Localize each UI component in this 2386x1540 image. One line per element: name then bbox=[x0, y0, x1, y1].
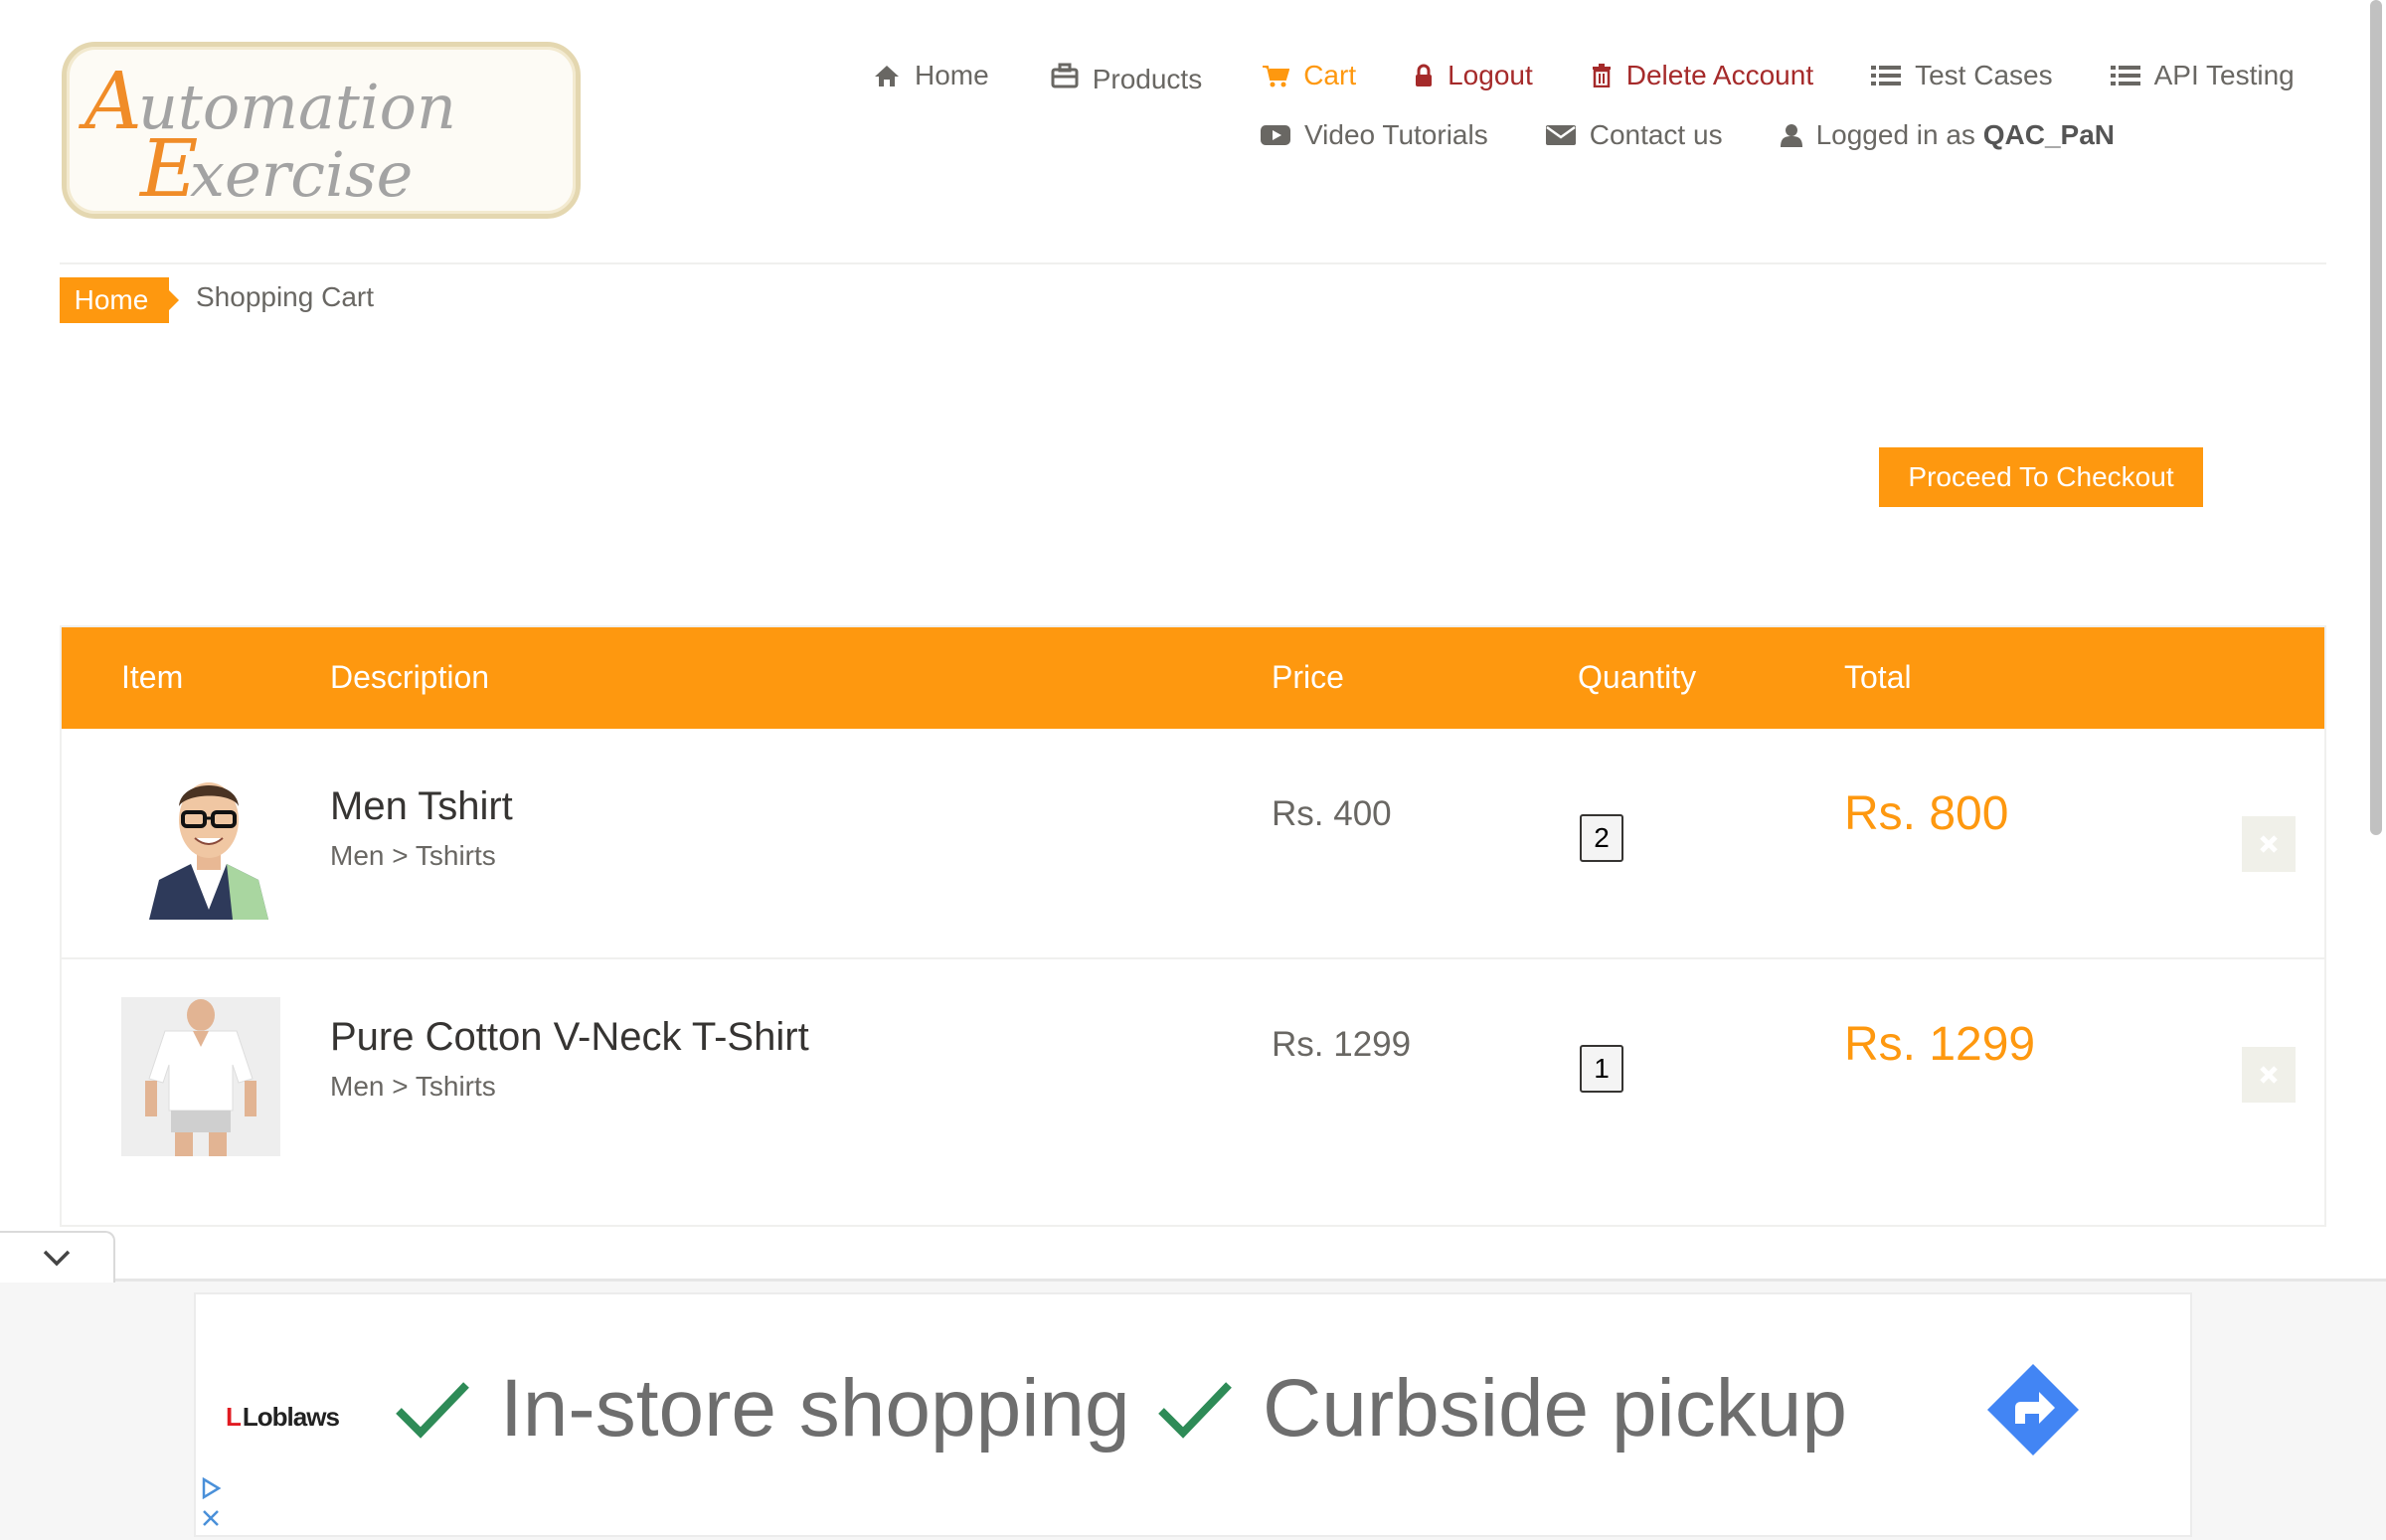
main-nav-row-1: Home Products Cart Logout Delete Account… bbox=[873, 60, 2295, 94]
ad-brand-mark: L bbox=[226, 1402, 242, 1432]
cart-row: Men Tshirt Men > Tshirts Rs. 400 2 Rs. 8… bbox=[62, 729, 2324, 959]
ad-brand-logo: L Loblaws bbox=[226, 1402, 340, 1433]
ad-feature-1-text: In-store shopping bbox=[500, 1363, 1130, 1454]
nav-products-label: Products bbox=[1092, 64, 1203, 94]
product-total: Rs. 800 bbox=[1844, 787, 2009, 840]
product-category: Men > Tshirts bbox=[330, 840, 496, 871]
nav-test-cases-label: Test Cases bbox=[1915, 60, 2053, 90]
quantity-box: 2 bbox=[1580, 814, 1623, 862]
checkmark-icon bbox=[1158, 1382, 1232, 1439]
column-header-price: Price bbox=[1272, 659, 1344, 695]
nav-api-testing-label: API Testing bbox=[2153, 60, 2295, 90]
product-category: Men > Tshirts bbox=[330, 1071, 496, 1102]
delete-item-button[interactable] bbox=[2242, 816, 2296, 872]
home-icon bbox=[875, 66, 899, 86]
nav-products[interactable]: Products bbox=[1051, 60, 1202, 94]
ad-brand-name: Loblaws bbox=[242, 1402, 340, 1432]
nav-delete-account-label: Delete Account bbox=[1625, 60, 1814, 90]
chevron-down-icon bbox=[43, 1250, 71, 1267]
cart-table-header: Item Description Price Quantity Total bbox=[62, 627, 2324, 729]
logo-text-line2: xercise bbox=[190, 138, 413, 211]
proceed-to-checkout-button[interactable]: Proceed To Checkout bbox=[1879, 447, 2203, 507]
nav-video-tutorials-label: Video Tutorials bbox=[1304, 119, 1488, 150]
ad-feature-2: Curbside pickup bbox=[1157, 1362, 1847, 1455]
nav-logout[interactable]: Logout bbox=[1414, 60, 1533, 91]
ad-collapse-button[interactable] bbox=[0, 1231, 115, 1283]
username: QAC_PaN bbox=[1982, 119, 2115, 150]
breadcrumb-current: Shopping Cart bbox=[196, 281, 375, 312]
checkmark-icon bbox=[396, 1382, 469, 1439]
quantity-box: 1 bbox=[1580, 1045, 1623, 1093]
site-logo[interactable]: A utomation E xercise bbox=[62, 42, 581, 219]
nav-contact-us-label: Contact us bbox=[1589, 119, 1723, 150]
envelope-icon bbox=[1545, 125, 1576, 145]
main-nav-row-2: Video Tutorials Contact us Logged in as … bbox=[1261, 119, 2115, 151]
product-image-men-tshirt[interactable] bbox=[129, 761, 288, 920]
delete-item-button[interactable] bbox=[2242, 1047, 2296, 1103]
ad-feature-2-text: Curbside pickup bbox=[1263, 1363, 1847, 1454]
adchoices-icon[interactable] bbox=[200, 1477, 222, 1499]
lock-icon bbox=[1416, 64, 1433, 86]
product-name[interactable]: Pure Cotton V-Neck T-Shirt bbox=[330, 1015, 809, 1060]
header-divider bbox=[60, 262, 2326, 264]
user-icon bbox=[1780, 124, 1802, 147]
youtube-icon bbox=[1261, 125, 1290, 145]
nav-contact-us[interactable]: Contact us bbox=[1545, 119, 1723, 151]
trash-icon bbox=[1592, 64, 1611, 87]
product-price: Rs. 1299 bbox=[1272, 1025, 1412, 1064]
breadcrumb-home[interactable]: Home bbox=[60, 277, 179, 323]
product-name[interactable]: Men Tshirt bbox=[330, 784, 513, 829]
list-icon bbox=[2110, 66, 2140, 86]
cart-icon bbox=[1263, 66, 1290, 87]
cart-table: Item Description Price Quantity Total Me… bbox=[60, 625, 2326, 1227]
nav-home-label: Home bbox=[915, 60, 989, 90]
nav-logout-label: Logout bbox=[1448, 60, 1533, 90]
product-image-vneck-tshirt[interactable] bbox=[121, 997, 280, 1156]
product-price: Rs. 400 bbox=[1272, 794, 1392, 833]
product-total: Rs. 1299 bbox=[1844, 1018, 2036, 1071]
ad-banner[interactable]: L Loblaws In-store shopping Curbside pick… bbox=[194, 1292, 2192, 1537]
close-ad-icon[interactable] bbox=[200, 1507, 222, 1529]
column-header-item: Item bbox=[121, 659, 184, 695]
nav-cart-label: Cart bbox=[1303, 60, 1357, 90]
close-icon bbox=[2260, 1066, 2278, 1084]
list-icon bbox=[1871, 66, 1902, 86]
nav-video-tutorials[interactable]: Video Tutorials bbox=[1261, 119, 1488, 151]
nav-api-testing[interactable]: API Testing bbox=[2110, 60, 2295, 91]
ad-choices bbox=[200, 1477, 222, 1529]
nav-home[interactable]: Home bbox=[873, 60, 989, 91]
column-header-description: Description bbox=[330, 659, 490, 695]
nav-delete-account[interactable]: Delete Account bbox=[1591, 60, 1813, 91]
ad-feature-1: In-store shopping bbox=[395, 1362, 1130, 1455]
column-header-total: Total bbox=[1844, 659, 1912, 695]
nav-test-cases[interactable]: Test Cases bbox=[1871, 60, 2053, 91]
logged-in-label: Logged in as bbox=[1815, 119, 1975, 150]
column-header-quantity: Quantity bbox=[1578, 659, 1697, 695]
nav-logged-in-as: Logged in as QAC_PaN bbox=[1780, 119, 2115, 151]
close-icon bbox=[2260, 835, 2278, 853]
page-scrollbar[interactable] bbox=[2370, 0, 2382, 835]
briefcase-icon bbox=[1051, 63, 1079, 88]
directions-icon[interactable] bbox=[1985, 1362, 2081, 1457]
nav-cart[interactable]: Cart bbox=[1262, 60, 1356, 91]
cart-row: Pure Cotton V-Neck T-Shirt Men > Tshirts… bbox=[62, 959, 2324, 1188]
svg-text:A: A bbox=[78, 55, 142, 147]
